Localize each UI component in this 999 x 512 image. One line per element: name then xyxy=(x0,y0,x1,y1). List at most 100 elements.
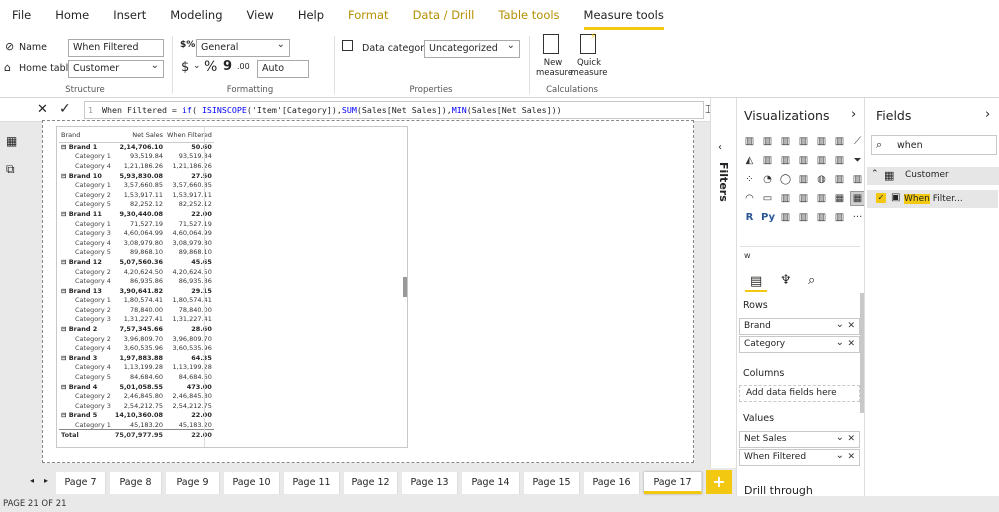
qa-visual-icon[interactable]: ▥ xyxy=(815,211,828,224)
collapse-icon[interactable]: ⊟ xyxy=(61,325,69,333)
tab-page-12[interactable]: Page 12 xyxy=(344,472,398,494)
tab-page-15[interactable]: Page 15 xyxy=(524,472,580,494)
line-visual-icon[interactable]: ⟋ xyxy=(851,135,864,148)
line-column-2-visual-icon[interactable]: ▥ xyxy=(797,154,810,167)
key-influencers-visual-icon[interactable]: ▥ xyxy=(779,211,792,224)
100-column-visual-icon[interactable]: ▥ xyxy=(833,135,846,148)
stacked-bar-visual-icon[interactable]: ▥ xyxy=(743,135,756,148)
category-row[interactable]: Category 2 78,840.00 78,840.00 xyxy=(59,305,214,315)
more-visual-icon[interactable]: ··· xyxy=(851,211,864,224)
category-row[interactable]: Category 4 1,13,199.28 1,13,199.28 xyxy=(59,363,214,373)
data-category-dropdown[interactable]: Uncategorized xyxy=(424,40,520,58)
brand-row[interactable]: ⊟ Brand 13 3,90,641.82 29.15 xyxy=(59,286,214,296)
fields-well-icon[interactable]: ▤ xyxy=(750,274,762,289)
add-page-button[interactable]: + xyxy=(706,470,732,494)
brand-row[interactable]: ⊟ Brand 3 1,97,883.88 64.35 xyxy=(59,353,214,363)
menu-home[interactable]: Home xyxy=(55,0,89,30)
formula-input[interactable]: 1 When Filtered = if( ISINSCOPE('Item'[C… xyxy=(84,101,704,119)
category-row[interactable]: Category 2 4,20,624.50 4,20,624.50 xyxy=(59,267,214,277)
commit-formula-icon[interactable]: ✓ xyxy=(59,101,71,117)
next-page-icon[interactable]: ▸ xyxy=(44,476,48,485)
model-view-icon[interactable]: ⧉ xyxy=(6,162,15,177)
column-header[interactable]: Net Sales xyxy=(112,128,166,143)
tab-page-13[interactable]: Page 13 xyxy=(402,472,458,494)
line-column-visual-icon[interactable]: ▥ xyxy=(779,154,792,167)
multi-row-card-visual-icon[interactable]: ▥ xyxy=(779,192,792,205)
category-row[interactable]: Category 2 1,53,917.11 1,53,917.11 xyxy=(59,190,214,200)
chevron-down-icon[interactable]: ⌄ xyxy=(836,317,844,332)
menu-file[interactable]: File xyxy=(12,0,31,30)
donut-visual-icon[interactable]: ◯ xyxy=(779,173,792,186)
remove-icon[interactable]: ✕ xyxy=(847,432,855,447)
brand-row[interactable]: ⊟ Brand 12 5,07,560.36 45.65 xyxy=(59,257,214,267)
matrix-visual[interactable]: Brand Net Sales When Filtered ⊟ Brand 1 2,1… xyxy=(56,126,408,448)
format-dropdown[interactable]: General xyxy=(196,39,290,57)
percent-button[interactable]: % xyxy=(204,59,217,75)
currency-button[interactable]: $ xyxy=(181,60,189,75)
clustered-bar-visual-icon[interactable]: ▥ xyxy=(779,135,792,148)
checkbox-checked-icon[interactable]: ✓ xyxy=(876,193,886,203)
smart-narrative-visual-icon[interactable]: ▥ xyxy=(797,211,810,224)
fields-search-box[interactable]: ⌕ when xyxy=(871,135,997,155)
collapse-left-icon[interactable]: ‹ xyxy=(718,142,722,153)
tab-page-10[interactable]: Page 10 xyxy=(224,472,280,494)
data-view-icon[interactable]: ▦ xyxy=(6,134,17,148)
collapse-icon[interactable]: ⊟ xyxy=(61,258,69,266)
format-paint-icon[interactable]: ♆ xyxy=(780,273,792,288)
category-row[interactable]: Category 1 3,57,660.85 3,57,660.85 xyxy=(59,180,214,190)
tab-page-14[interactable]: Page 14 xyxy=(462,472,520,494)
decimal-auto-input[interactable]: Auto xyxy=(257,60,309,78)
rows-field-brand[interactable]: Brand ⌄ ✕ xyxy=(739,318,860,335)
collapse-icon[interactable]: ⊟ xyxy=(61,411,69,419)
column-header[interactable]: When Filtered xyxy=(165,128,214,143)
category-row[interactable]: Category 4 3,60,535.96 3,60,535.96 xyxy=(59,343,214,353)
rows-field-category[interactable]: Category ⌄ ✕ xyxy=(739,336,860,353)
pie-visual-icon[interactable]: ◔ xyxy=(761,173,774,186)
chevron-right-icon[interactable]: › xyxy=(985,107,990,122)
chevron-right-icon[interactable]: › xyxy=(851,107,856,122)
tab-page-17[interactable]: Page 17 xyxy=(644,472,702,494)
menu-help[interactable]: Help xyxy=(298,0,324,30)
remove-icon[interactable]: ✕ xyxy=(847,337,855,352)
treemap-visual-icon[interactable]: ▥ xyxy=(797,173,810,186)
category-row[interactable]: Category 3 2,54,212.75 2,54,212.75 xyxy=(59,401,214,411)
waterfall-visual-icon[interactable]: ▥ xyxy=(833,154,846,167)
tab-page-16[interactable]: Page 16 xyxy=(584,472,640,494)
tab-page-9[interactable]: Page 9 xyxy=(166,472,220,494)
menu-view[interactable]: View xyxy=(247,0,274,30)
brand-row[interactable]: ⊟ Brand 2 7,57,345.66 28.60 xyxy=(59,324,214,334)
100-bar-visual-icon[interactable]: ▥ xyxy=(815,135,828,148)
funnel-visual-icon[interactable]: ⏷ xyxy=(851,154,864,167)
table-visual-icon[interactable]: ▦ xyxy=(833,192,846,205)
chevron-down-icon[interactable]: ⌄ xyxy=(836,448,844,463)
category-row[interactable]: Category 1 93,519.84 93,519.84 xyxy=(59,152,214,162)
category-row[interactable]: Category 3 1,31,227.41 1,31,227.41 xyxy=(59,315,214,325)
collapse-icon[interactable]: ⊟ xyxy=(61,143,69,151)
collapse-icon[interactable]: ⊟ xyxy=(61,354,69,362)
remove-icon[interactable]: ✕ xyxy=(847,450,855,465)
tab-page-11[interactable]: Page 11 xyxy=(284,472,340,494)
stacked-column-visual-icon[interactable]: ▥ xyxy=(761,135,774,148)
category-row[interactable]: Category 4 1,21,186.26 1,21,186.26 xyxy=(59,161,214,171)
tab-page-7[interactable]: Page 7 xyxy=(56,472,106,494)
analytics-icon[interactable]: ⌕ xyxy=(808,273,815,288)
tab-page-8[interactable]: Page 8 xyxy=(110,472,162,494)
chevron-down-icon[interactable]: ⌄ xyxy=(836,430,844,445)
category-row[interactable]: Category 5 82,252.12 82,252.12 xyxy=(59,200,214,210)
collapse-icon[interactable]: ⊟ xyxy=(61,172,69,180)
decimal-places-button[interactable]: .00 xyxy=(237,62,250,71)
category-row[interactable]: Category 5 84,684.60 84,684.60 xyxy=(59,372,214,382)
menu-table-tools[interactable]: Table tools xyxy=(498,0,559,30)
gauge-visual-icon[interactable]: ◠ xyxy=(743,192,756,205)
menu-measure-tools[interactable]: Measure tools xyxy=(583,0,664,30)
slicer-visual-icon[interactable]: ▥ xyxy=(815,192,828,205)
category-row[interactable]: Category 1 1,80,574.41 1,80,574.41 xyxy=(59,296,214,306)
cancel-formula-icon[interactable]: ✕ xyxy=(37,102,48,117)
shape-map-visual-icon[interactable]: ▥ xyxy=(851,173,864,186)
collapse-icon[interactable]: ⊟ xyxy=(61,383,69,391)
new-measure-button[interactable]: New measure xyxy=(536,32,573,82)
table-customer-row[interactable]: ⌃ ▦ Customer xyxy=(867,167,999,185)
category-row[interactable]: Category 4 86,935.86 86,935.86 xyxy=(59,276,214,286)
brand-row[interactable]: ⊟ Brand 4 5,01,058.55 473.00 xyxy=(59,382,214,392)
currency-chevron-icon[interactable]: ⌄ xyxy=(193,61,201,71)
